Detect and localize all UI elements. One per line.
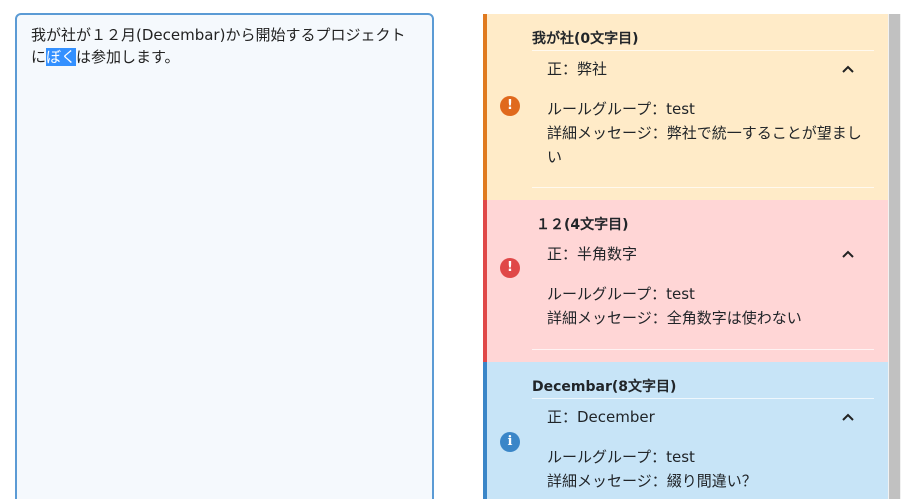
chevron-up-icon[interactable] — [842, 399, 854, 435]
result-correction: 正：December — [547, 408, 655, 426]
exclamation-circle-icon: ! — [500, 96, 520, 116]
editor-selected-text: ぼく — [46, 48, 77, 66]
result-card-error: ! １２(4文字目) 正：半角数字 ルールグループ：test 詳細メッセージ：全… — [483, 200, 888, 362]
results-panel: ! 我が社(0文字目) 正：弊社 ルールグループ：test 詳細メッセージ：弊社… — [483, 14, 888, 499]
result-correction-toggle[interactable]: 正：December — [532, 399, 874, 435]
info-circle-icon: i — [500, 432, 520, 452]
chevron-up-icon[interactable] — [842, 51, 854, 87]
result-correction-toggle[interactable]: 正：弊社 — [532, 51, 874, 87]
results-scrollbar[interactable] — [888, 14, 901, 499]
result-correction: 正：弊社 — [547, 60, 608, 78]
card-divider — [532, 187, 874, 188]
app-root: 我が社が１２月(Decembar)から開始するプロジェクトにぼくは参加します。 … — [0, 0, 913, 499]
result-correction-toggle[interactable]: 正：半角数字 — [532, 236, 874, 272]
result-message: 詳細メッセージ：綴り間違い？ — [547, 472, 757, 490]
text-editor[interactable]: 我が社が１２月(Decembar)から開始するプロジェクトにぼくは参加します。 — [15, 13, 434, 499]
result-details: ルールグループ：test 詳細メッセージ：弊社で統一することが望ましい — [532, 87, 874, 169]
result-correction: 正：半角数字 — [547, 245, 638, 263]
result-message: 詳細メッセージ：全角数字は使わない — [547, 309, 802, 327]
result-message: 詳細メッセージ：弊社で統一することが望ましい — [547, 124, 862, 166]
result-details: ルールグループ：test 詳細メッセージ：全角数字は使わない — [532, 272, 874, 330]
result-rule-group: ルールグループ：test — [547, 448, 695, 466]
result-title: Decembar(8文字目) — [532, 362, 874, 399]
result-rule-group: ルールグループ：test — [547, 100, 695, 118]
editor-text-after: は参加します。 — [76, 48, 180, 66]
result-details: ルールグループ：test 詳細メッセージ：綴り間違い？ — [532, 435, 874, 493]
result-title: １２(4文字目) — [536, 217, 629, 233]
chevron-up-icon[interactable] — [842, 236, 854, 272]
result-title: 我が社(0文字目) — [532, 14, 874, 51]
result-card-warning: ! 我が社(0文字目) 正：弊社 ルールグループ：test 詳細メッセージ：弊社… — [483, 14, 888, 200]
exclamation-circle-icon: ! — [500, 258, 520, 278]
card-divider — [532, 349, 874, 350]
result-rule-group: ルールグループ：test — [547, 285, 695, 303]
result-card-info: i Decembar(8文字目) 正：December ルールグループ：test… — [483, 362, 888, 499]
scrollbar-thumb[interactable] — [889, 14, 900, 499]
